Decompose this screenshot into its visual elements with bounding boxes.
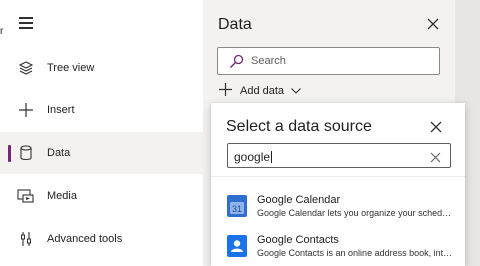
nav-item-label: Data bbox=[47, 147, 71, 159]
svg-text:31: 31 bbox=[232, 204, 242, 214]
nav-item-label: Media bbox=[47, 190, 77, 202]
tools-icon bbox=[17, 230, 35, 248]
clear-icon[interactable] bbox=[430, 150, 441, 168]
chevron-down-icon bbox=[291, 85, 301, 97]
data-source-description: Google Contacts is an online address boo… bbox=[257, 248, 453, 258]
nav-item-label: Insert bbox=[47, 104, 75, 116]
nav-edge-text: r bbox=[0, 26, 4, 37]
add-data-label: Add data bbox=[240, 85, 285, 97]
text-caret bbox=[271, 151, 273, 163]
media-icon bbox=[17, 187, 35, 205]
close-icon[interactable] bbox=[430, 120, 442, 138]
left-nav: r Tree view Insert Data Media Advanced t… bbox=[0, 0, 203, 266]
nav-item-label: Tree view bbox=[47, 62, 95, 74]
data-source-item-google-calendar[interactable]: 31 Google Calendar Google Calendar lets … bbox=[211, 190, 465, 226]
layers-icon bbox=[17, 59, 35, 77]
nav-item-media[interactable]: Media bbox=[0, 175, 203, 217]
panel-title: Data bbox=[218, 16, 252, 33]
data-source-dropdown: Select a data source google 31 Google Ca… bbox=[211, 103, 465, 266]
add-data-button[interactable]: Add data bbox=[219, 82, 301, 100]
nav-item-insert[interactable]: Insert bbox=[0, 89, 203, 131]
nav-item-advanced-tools[interactable]: Advanced tools bbox=[0, 218, 203, 260]
data-source-item-google-contacts[interactable]: Google Contacts Google Contacts is an on… bbox=[211, 230, 465, 266]
plus-icon bbox=[17, 101, 35, 119]
dropdown-title: Select a data source bbox=[226, 118, 372, 135]
data-source-search-input[interactable]: google bbox=[227, 143, 451, 168]
plus-icon bbox=[219, 83, 232, 99]
google-calendar-icon: 31 bbox=[227, 195, 247, 217]
close-icon[interactable] bbox=[427, 17, 439, 30]
divider bbox=[211, 176, 465, 177]
hamburger-menu-icon[interactable] bbox=[19, 17, 33, 29]
nav-item-data[interactable]: Data bbox=[0, 132, 203, 174]
database-icon bbox=[17, 144, 35, 162]
search-icon bbox=[229, 54, 244, 74]
search-query: google bbox=[234, 150, 271, 164]
data-source-description: Google Calendar lets you organize your s… bbox=[257, 208, 453, 218]
google-contacts-icon bbox=[227, 235, 247, 257]
search-box[interactable] bbox=[217, 47, 440, 75]
data-source-name: Google Calendar bbox=[257, 194, 341, 206]
nav-item-label: Advanced tools bbox=[47, 233, 123, 245]
data-source-name: Google Contacts bbox=[257, 234, 339, 246]
search-input[interactable] bbox=[251, 53, 431, 69]
nav-item-tree-view[interactable]: Tree view bbox=[0, 47, 203, 89]
